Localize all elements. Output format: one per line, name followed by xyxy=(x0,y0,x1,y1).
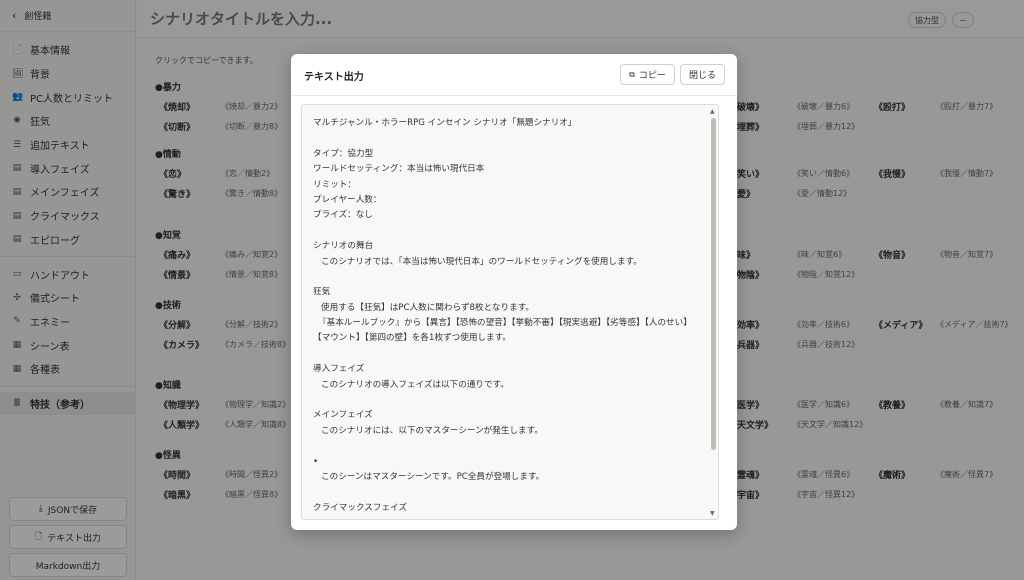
copy-button[interactable]: ⧉ コピー xyxy=(620,64,675,85)
output-line: クライマックスフェイズ xyxy=(313,502,408,513)
output-line: マルチジャンル・ホラーRPG インセイン シナリオ「無題シナリオ」 xyxy=(313,118,577,128)
close-button[interactable]: 閉じる xyxy=(680,64,725,85)
copy-icon: ⧉ xyxy=(629,69,635,79)
scroll-down-icon[interactable]: ▼ xyxy=(710,510,715,517)
output-line: このシーンはマスターシーンです。PC全員が登場します。 xyxy=(321,471,545,482)
modal-header: テキスト出力 ⧉ コピー 閉じる xyxy=(291,54,737,96)
output-line: 使用する【狂気】はPC人数に関わらず8枚となります。 xyxy=(321,302,535,313)
scroll-up-icon[interactable]: ▲ xyxy=(710,108,715,115)
output-line: このシナリオには、以下のマスターシーンが発生します。 xyxy=(321,425,543,436)
scrollbar[interactable]: ▲ ▼ xyxy=(708,105,718,519)
text-output-modal: テキスト出力 ⧉ コピー 閉じる マルチジャンル・ホラーRPG インセイン シナ… xyxy=(291,54,737,530)
modal-title: テキスト出力 xyxy=(304,72,364,83)
output-line: プレイヤー人数： xyxy=(313,194,382,205)
scroll-thumb[interactable] xyxy=(711,118,716,450)
output-line: 導入フェイズ xyxy=(313,364,365,375)
output-line: プライズ：なし xyxy=(313,210,373,221)
output-line: 『基本ルールブック』から【異言】【恐怖の望音】【挙動不審】【現実逃避】【劣等感】… xyxy=(318,318,692,329)
output-line: • xyxy=(313,456,319,467)
output-textarea[interactable]: マルチジャンル・ホラーRPG インセイン シナリオ「無題シナリオ」 タイプ：協力型… xyxy=(301,104,719,520)
output-line: シナリオの舞台 xyxy=(313,241,374,252)
output-line: このシナリオでは、「本当は怖い現代日本」のワールドセッティングを使用します。 xyxy=(321,256,642,267)
output-line: ワールドセッティング：本当は怖い現代日本 xyxy=(313,164,485,175)
output-text: マルチジャンル・ホラーRPG インセイン シナリオ「無題シナリオ」 タイプ：協力型… xyxy=(313,116,703,516)
output-line: タイプ：協力型 xyxy=(313,148,374,159)
output-line: メインフェイズ xyxy=(313,410,373,421)
output-line: このシナリオの導入フェイズは以下の通りです。 xyxy=(321,379,509,390)
output-line: 【マウント】【第四の壁】を各1枚ずつ使用します。 xyxy=(313,333,511,344)
output-line: リミット： xyxy=(313,179,356,190)
output-line: 狂気 xyxy=(313,287,331,298)
